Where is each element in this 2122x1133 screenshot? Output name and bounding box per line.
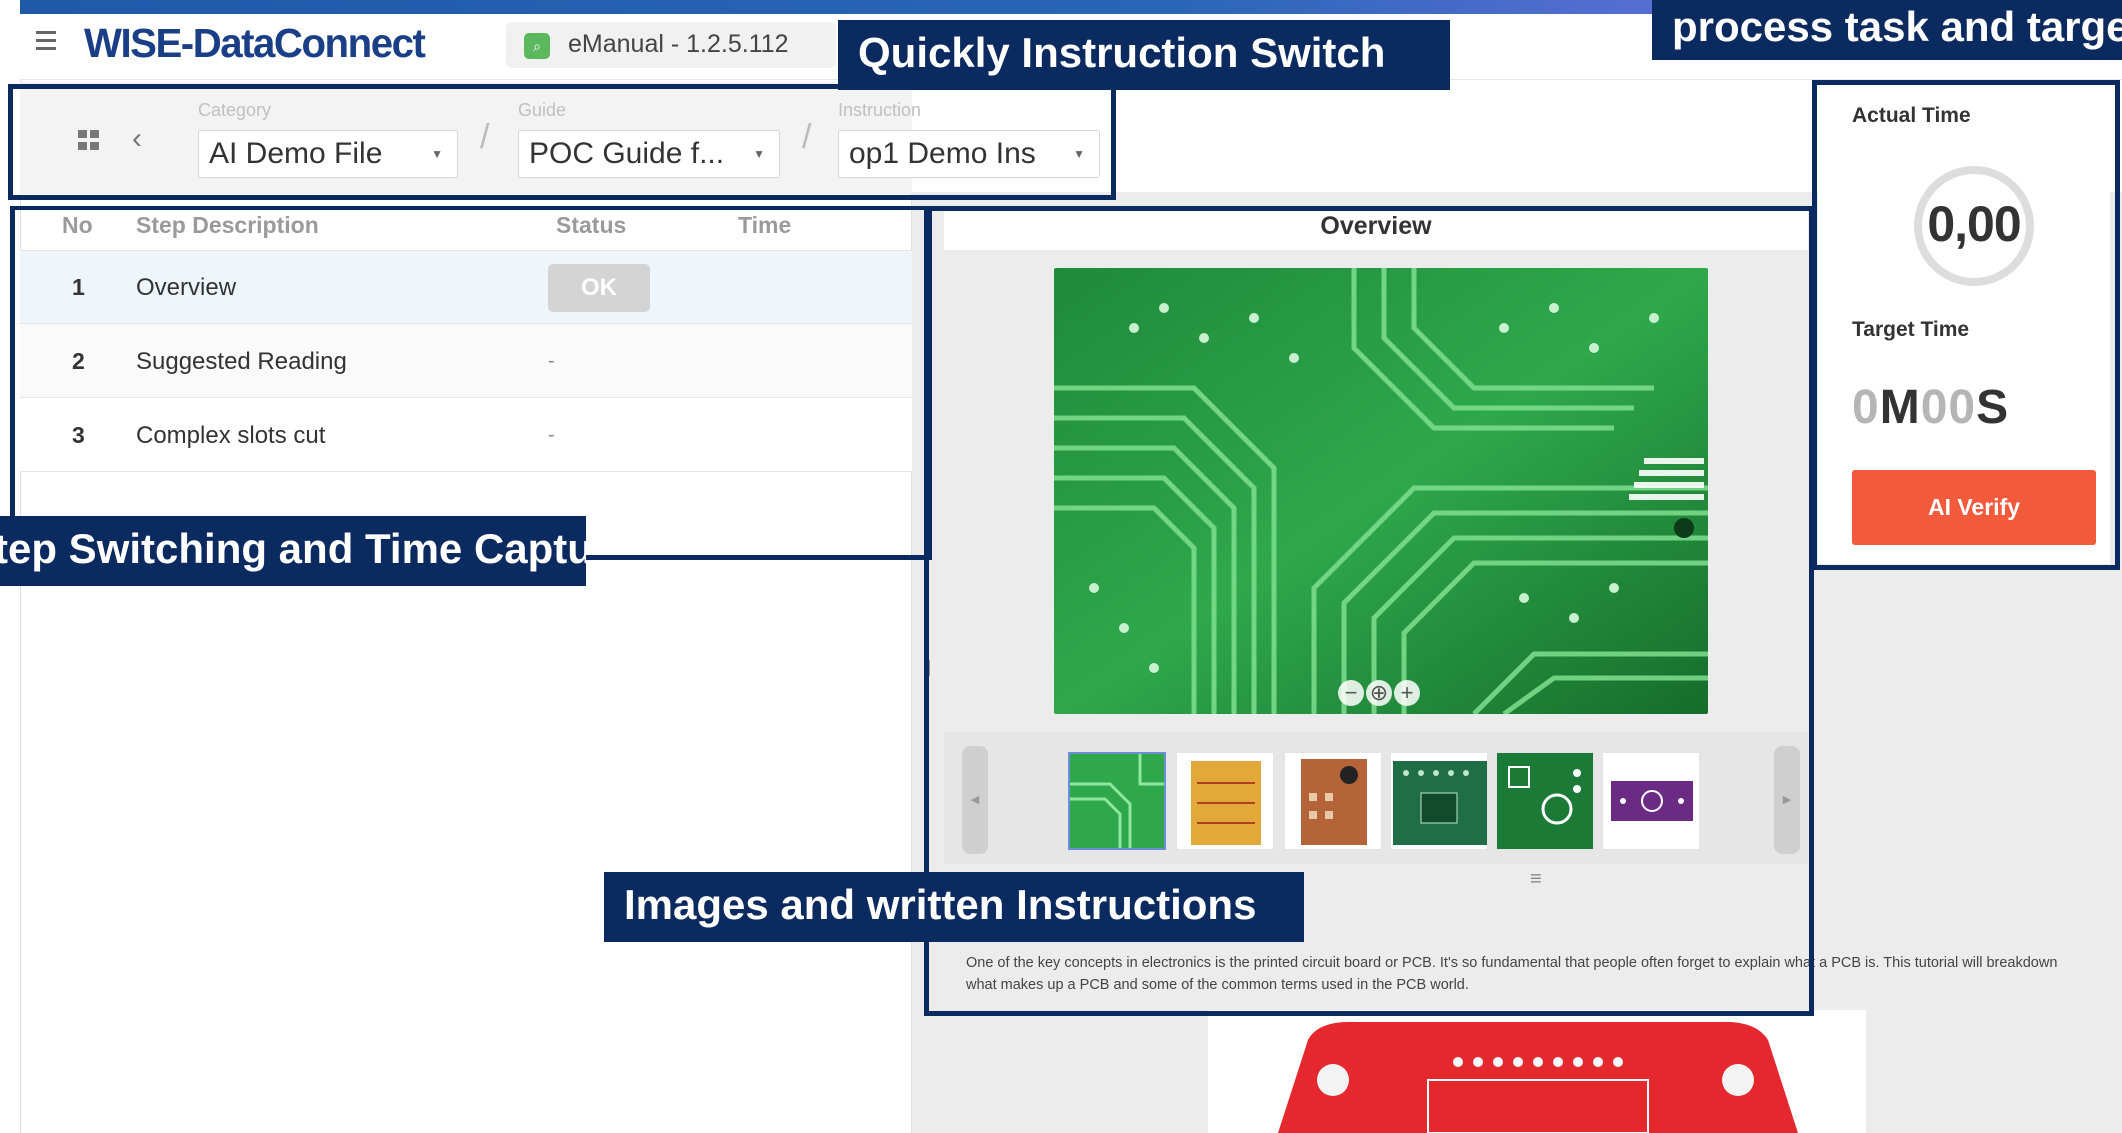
app-tab-title: eManual - 1.2.5.112	[568, 30, 789, 58]
callout-frame-step-switching	[10, 206, 932, 560]
callout-frame-task-time	[1812, 80, 2120, 570]
callout-label-images-instructions: Images and written Instructions	[604, 872, 1304, 942]
hamburger-menu-icon[interactable]	[36, 26, 66, 58]
emanual-app-icon: ⌕	[524, 33, 550, 59]
callout-frame-instruction-switch	[8, 84, 1116, 200]
callout-label-instruction-switch: Quickly Instruction Switch	[838, 20, 1450, 90]
callout-label-task-time: process task and target time	[1652, 0, 2122, 60]
app-logo: WISE-DataConnect	[84, 20, 426, 66]
pcb-diagram-image	[1208, 1010, 1866, 1133]
callout-label-step-switching: Step Switching and Time Capture	[0, 516, 586, 586]
